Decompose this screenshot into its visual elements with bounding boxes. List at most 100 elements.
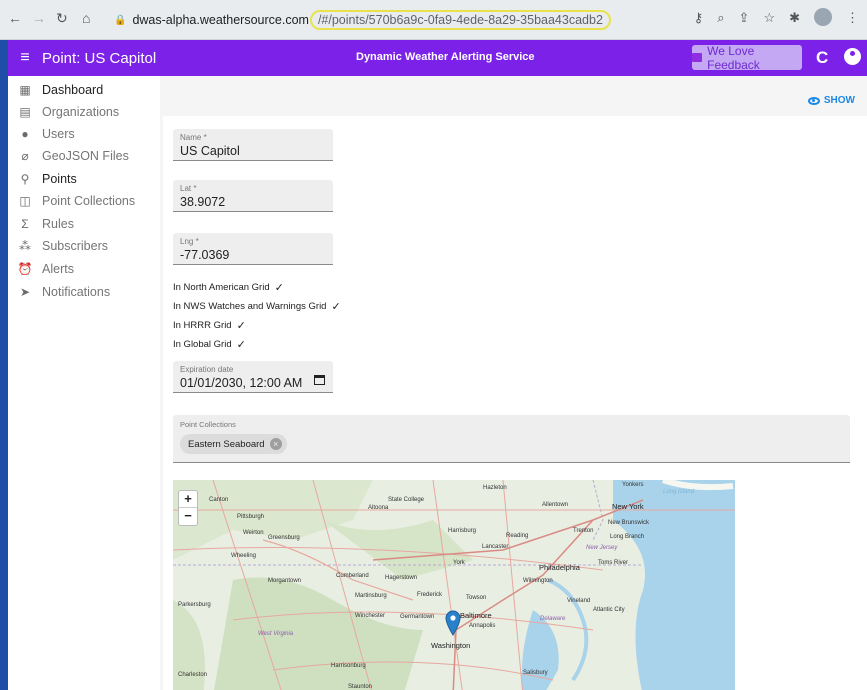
sidebar-item-points[interactable]: ⚲ Points xyxy=(8,168,160,190)
expiration-date-field[interactable]: Expiration date 01/01/2030, 12:00 AM xyxy=(173,361,333,393)
refresh-icon[interactable]: C xyxy=(816,48,828,68)
sidebar-item-rules[interactable]: Σ Rules xyxy=(8,213,160,235)
map-label: Cumberland xyxy=(336,573,369,579)
map-label: Salisbury xyxy=(523,670,548,676)
home-icon[interactable]: ⌂ xyxy=(82,10,90,26)
check-icon: ✓ xyxy=(331,301,341,313)
reload-icon[interactable]: ↻ xyxy=(56,10,68,27)
collection-chip[interactable]: Eastern Seaboard × xyxy=(180,434,287,454)
lng-field[interactable]: Lng * -77.0369 xyxy=(173,233,333,265)
map-label: York xyxy=(453,560,465,566)
map-label: Parkersburg xyxy=(178,602,211,608)
map-label: Charleston xyxy=(178,672,208,678)
map-label: Allentown xyxy=(542,502,569,508)
app-name: Dynamic Weather Alerting Service xyxy=(356,51,535,63)
back-icon[interactable]: ← xyxy=(8,10,22,26)
map-label: Long Island xyxy=(663,489,695,495)
map-label: West Virginia xyxy=(258,631,294,637)
person-icon: ● xyxy=(21,127,29,141)
grid-status-nws: In NWS Watches and Warnings Grid ✓ xyxy=(173,300,341,313)
zoom-out-button[interactable]: − xyxy=(179,508,197,525)
sidebar-item-notifications[interactable]: ➤ Notifications xyxy=(8,281,160,303)
sidebar-item-label: Notifications xyxy=(42,285,111,299)
star-icon[interactable]: ☆ xyxy=(763,10,775,26)
sidebar-item-users[interactable]: ● Users xyxy=(8,123,160,145)
map-label: Wheeling xyxy=(231,553,257,559)
check-icon: ✓ xyxy=(236,320,246,332)
name-field-value: US Capitol xyxy=(180,144,240,158)
sidebar-item-point-collections[interactable]: ◫ Point Collections xyxy=(8,190,160,212)
sidebar-item-label: Organizations xyxy=(42,105,120,119)
map-label: Philadelphia xyxy=(539,563,580,572)
share-icon[interactable]: ⇪ xyxy=(739,10,750,26)
lat-field-value: 38.9072 xyxy=(180,195,226,209)
name-field[interactable]: Name * US Capitol xyxy=(173,129,333,161)
lock-icon: 🔒 xyxy=(114,14,127,26)
zoom-icon[interactable]: ⌕ xyxy=(717,10,724,26)
point-collections-field[interactable]: Point Collections Eastern Seaboard × xyxy=(173,415,850,463)
hamburger-menu-icon[interactable]: ≡ xyxy=(8,49,42,67)
lng-field-label: Lng * xyxy=(180,237,199,246)
main-content: SHOW Name * US Capitol Lat * 38.9072 Lng… xyxy=(160,76,867,690)
show-button[interactable]: SHOW xyxy=(807,95,855,106)
expiration-date-value: 01/01/2030, 12:00 AM xyxy=(180,376,303,390)
sidebar-item-alerts[interactable]: ⏰ Alerts xyxy=(8,258,160,280)
extensions-icon[interactable]: ✱ xyxy=(789,10,800,26)
map-label: New Jersey xyxy=(586,545,618,551)
sidebar-item-label: Point Collections xyxy=(42,194,136,208)
address-path: /#/points/570b6a9c-0fa9-4ede-8a29-35baa4… xyxy=(309,10,611,30)
map-icon: ◫ xyxy=(19,194,31,208)
grid-status-label: In NWS Watches and Warnings Grid xyxy=(173,301,327,312)
map-label: New Brunswick xyxy=(608,520,650,526)
key-icon[interactable]: ⚷ xyxy=(694,10,704,26)
feedback-icon xyxy=(692,53,703,62)
map-label: New York xyxy=(612,502,644,511)
window-edge xyxy=(0,40,8,690)
map-pin-icon[interactable] xyxy=(445,610,461,636)
show-label: SHOW xyxy=(823,95,855,106)
feedback-button[interactable]: We Love Feedback xyxy=(692,44,802,72)
map-label: Weirton xyxy=(243,530,264,536)
app-bar: ≡ Point: US Capitol Dynamic Weather Aler… xyxy=(8,40,867,76)
check-icon: ✓ xyxy=(274,282,284,294)
collection-chip-label: Eastern Seaboard xyxy=(188,438,265,450)
address-bar[interactable]: 🔒 dwas-alpha.weathersource.com /#/points… xyxy=(108,7,704,33)
map-label: Hazleton xyxy=(483,485,507,491)
page-title: Point: US Capitol xyxy=(42,49,157,67)
map-label: Morgantown xyxy=(268,578,302,584)
sidebar-item-label: Subscribers xyxy=(42,239,108,253)
grid-status-north-american: In North American Grid ✓ xyxy=(173,281,284,294)
map-label: Staunton xyxy=(348,684,373,690)
point-form-card: Name * US Capitol Lat * 38.9072 Lng * -7… xyxy=(163,116,867,690)
lat-field[interactable]: Lat * 38.9072 xyxy=(173,180,333,212)
pin-icon: ⚲ xyxy=(20,172,30,186)
eye-icon xyxy=(807,96,820,105)
forward-icon[interactable]: → xyxy=(32,10,46,26)
account-icon[interactable] xyxy=(844,48,861,65)
kebab-menu-icon[interactable]: ⋮ xyxy=(846,10,859,26)
sidebar-item-organizations[interactable]: ▤ Organizations xyxy=(8,101,160,123)
sigma-icon: Σ xyxy=(21,217,29,231)
map-label: Harrisonburg xyxy=(331,663,366,669)
sidebar-item-dashboard[interactable]: ▦ Dashboard xyxy=(8,79,160,101)
address-host: dwas-alpha.weathersource.com xyxy=(132,13,309,27)
map-label: Baltimore xyxy=(460,611,492,620)
map-label: Wilmington xyxy=(523,578,553,584)
map-label: Harrisburg xyxy=(448,528,477,534)
zoom-in-button[interactable]: + xyxy=(179,491,197,508)
map-view[interactable]: + − Canton Altoona State College Hazleto… xyxy=(173,480,735,690)
point-collections-label: Point Collections xyxy=(180,420,236,429)
chip-remove-icon[interactable]: × xyxy=(269,438,282,450)
map-label: State College xyxy=(388,497,425,503)
grid-status-label: In North American Grid xyxy=(173,282,270,293)
profile-avatar[interactable] xyxy=(814,8,832,26)
dashboard-icon: ▦ xyxy=(19,83,31,97)
sidebar-item-subscribers[interactable]: ⁂ Subscribers xyxy=(8,235,160,257)
map-label: Vineland xyxy=(567,598,591,604)
map-label: Winchester xyxy=(355,613,386,619)
map-label: Hagerstown xyxy=(385,575,418,581)
map-label: Annapolis xyxy=(469,623,496,629)
sidebar-item-geojson-files[interactable]: ⌀ GeoJSON Files xyxy=(8,145,160,167)
map-zoom-control: + − xyxy=(178,490,198,526)
calendar-icon[interactable] xyxy=(314,375,325,385)
